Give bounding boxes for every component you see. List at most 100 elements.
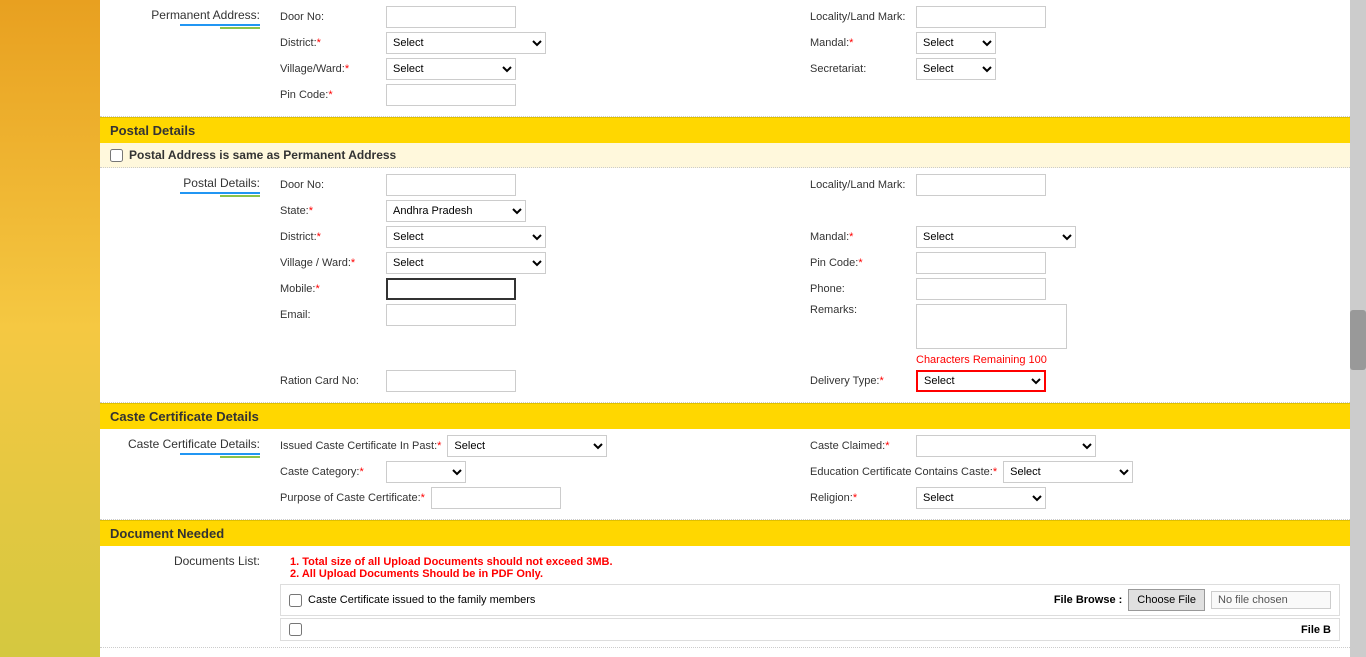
postal-remarks-group: Remarks: Characters Remaining 100: [810, 304, 1320, 366]
perm-pincode-group: Pin Code:*: [280, 84, 790, 106]
postal-pin-input[interactable]: [916, 252, 1046, 274]
perm-mandal-select[interactable]: Select: [916, 32, 996, 54]
postal-email-remarks-row: Email: Remarks: Characters Remaining 100: [280, 304, 1340, 366]
postal-mobile-label: Mobile:*: [280, 283, 380, 295]
scrollbar-track: [1350, 0, 1366, 657]
postal-remarks-label: Remarks:: [810, 304, 910, 316]
edu-cert-select[interactable]: Select: [1003, 461, 1133, 483]
file-browse-label-2: File B: [1301, 624, 1331, 636]
documents-fields-area: 1. Total size of all Upload Documents sh…: [270, 546, 1350, 647]
caste-category-group: Caste Category:*: [280, 461, 790, 483]
perm-door-no-label: Door No:: [280, 11, 380, 23]
postal-state-select[interactable]: Andhra Pradesh: [386, 200, 526, 222]
caste-header: Caste Certificate Details: [100, 403, 1350, 429]
permanent-address-label: Permanent Address:: [100, 0, 270, 116]
postal-phone-label: Phone:: [810, 283, 910, 295]
caste-claimed-label: Caste Claimed:*: [810, 440, 910, 452]
postal-email-input[interactable]: [386, 304, 516, 326]
doc2-checkbox[interactable]: [289, 623, 302, 636]
perm-pincode-label: Pin Code:*: [280, 89, 380, 101]
caste-green-underline: [220, 456, 260, 458]
postal-locality-input[interactable]: [916, 174, 1046, 196]
postal-mobile-input[interactable]: [386, 278, 516, 300]
edu-cert-label: Education Certificate Contains Caste:*: [810, 466, 997, 478]
postal-same-checkbox-row: Postal Address is same as Permanent Addr…: [100, 143, 1350, 168]
postal-mobile-phone-row: Mobile:* Phone:: [280, 278, 1340, 300]
caste-religion-select[interactable]: Select: [916, 487, 1046, 509]
file-browse-area-2: File B: [1301, 624, 1331, 636]
postal-delivery-select[interactable]: Select: [916, 370, 1046, 392]
caste-label-cell: Caste Certificate Details:: [100, 429, 270, 519]
perm-locality-label: Locality/Land Mark:: [810, 11, 910, 23]
caste-cert-checkbox[interactable]: [289, 594, 302, 607]
postal-district-select[interactable]: Select: [386, 226, 546, 248]
caste-cert-label: Caste Certificate issued to the family m…: [308, 594, 1054, 606]
perm-village-group: Village/Ward:* Select: [280, 58, 790, 80]
perm-door-no-input[interactable]: [386, 6, 516, 28]
postal-phone-group: Phone:: [810, 278, 1320, 300]
perm-district-label: District:*: [280, 37, 380, 49]
documents-label: Documents List:: [174, 554, 260, 568]
caste-fields-area: Issued Caste Certificate In Past:* Selec…: [270, 429, 1350, 519]
postal-mobile-group: Mobile:*: [280, 278, 790, 300]
caste-blue-underline: [180, 453, 260, 455]
doc-instruction-1: 1. Total size of all Upload Documents sh…: [290, 556, 1330, 568]
file-browse-area-1: File Browse : Choose File No file chosen: [1054, 589, 1331, 611]
postal-phone-input[interactable]: [916, 278, 1046, 300]
postal-door-no-input[interactable]: [386, 174, 516, 196]
postal-locality-label: Locality/Land Mark:: [810, 179, 910, 191]
perm-locality-input[interactable]: [916, 6, 1046, 28]
caste-claimed-group: Caste Claimed:*: [810, 435, 1320, 457]
caste-issued-select[interactable]: Select: [447, 435, 607, 457]
caste-purpose-input[interactable]: [431, 487, 561, 509]
perm-door-no-group: Door No:: [280, 6, 790, 28]
permanent-address-fields: Door No: Locality/Land Mark: District:* …: [270, 0, 1350, 116]
caste-purpose-group: Purpose of Caste Certificate:*: [280, 487, 790, 509]
perm-secretariat-label: Secretariat:: [810, 63, 910, 75]
caste-issued-group: Issued Caste Certificate In Past:* Selec…: [280, 435, 790, 457]
perm-village-select[interactable]: Select: [386, 58, 516, 80]
doc-instruction-2: 2. All Upload Documents Should be in PDF…: [290, 568, 1330, 580]
postal-details-label-cell: Postal Details:: [100, 168, 270, 402]
caste-religion-group: Religion:* Select: [810, 487, 1320, 509]
scrollbar-thumb[interactable]: [1350, 310, 1366, 370]
postal-blue-underline: [180, 192, 260, 194]
perm-district-select[interactable]: Select: [386, 32, 546, 54]
choose-file-btn-1[interactable]: Choose File: [1128, 589, 1205, 611]
postal-delivery-group: Delivery Type:* Select: [810, 370, 1320, 392]
postal-door-locality-row: Door No: Locality/Land Mark:: [280, 174, 1340, 196]
perm-village-label: Village/Ward:*: [280, 63, 380, 75]
main-content: Permanent Address: Door No: Locality/Lan…: [100, 0, 1350, 657]
remarks-area: Characters Remaining 100: [916, 304, 1067, 366]
postal-green-underline: [220, 195, 260, 197]
postal-mandal-select[interactable]: Select: [916, 226, 1076, 248]
postal-remarks-textarea[interactable]: [916, 304, 1067, 349]
postal-mandal-group: Mandal:* Select: [810, 226, 1320, 248]
caste-issued-claimed-row: Issued Caste Certificate In Past:* Selec…: [280, 435, 1340, 457]
postal-delivery-label: Delivery Type:*: [810, 375, 910, 387]
postal-ration-label: Ration Card No:: [280, 375, 380, 387]
perm-mandal-group: Mandal:* Select: [810, 32, 1320, 54]
doc-row-2: File B: [280, 618, 1340, 641]
caste-category-select[interactable]: [386, 461, 466, 483]
postal-details-section: Postal Details: Door No: Locality/Land M…: [100, 168, 1350, 403]
postal-details-label: Postal Details:: [183, 176, 260, 190]
postal-district-group: District:* Select: [280, 226, 790, 248]
perm-pincode-input[interactable]: [386, 84, 516, 106]
documents-section: Documents List: 1. Total size of all Upl…: [100, 546, 1350, 648]
postal-state-label: State:*: [280, 205, 380, 217]
postal-village-select[interactable]: Select: [386, 252, 546, 274]
green-underline: [220, 27, 260, 29]
postal-village-label: Village / Ward:*: [280, 257, 380, 269]
caste-issued-label: Issued Caste Certificate In Past:*: [280, 440, 441, 452]
perm-secretariat-select[interactable]: Select: [916, 58, 996, 80]
caste-claimed-select[interactable]: [916, 435, 1096, 457]
postal-details-header: Postal Details: [100, 117, 1350, 143]
perm-district-group: District:* Select: [280, 32, 790, 54]
caste-category-edu-row: Caste Category:* Education Certificate C…: [280, 461, 1340, 483]
postal-pin-group: Pin Code:*: [810, 252, 1320, 274]
postal-ration-input[interactable]: [386, 370, 516, 392]
postal-email-label: Email:: [280, 309, 380, 321]
postal-same-checkbox[interactable]: [110, 149, 123, 162]
perm-village-secretariat-row: Village/Ward:* Select Secretariat: Selec…: [280, 58, 1340, 80]
